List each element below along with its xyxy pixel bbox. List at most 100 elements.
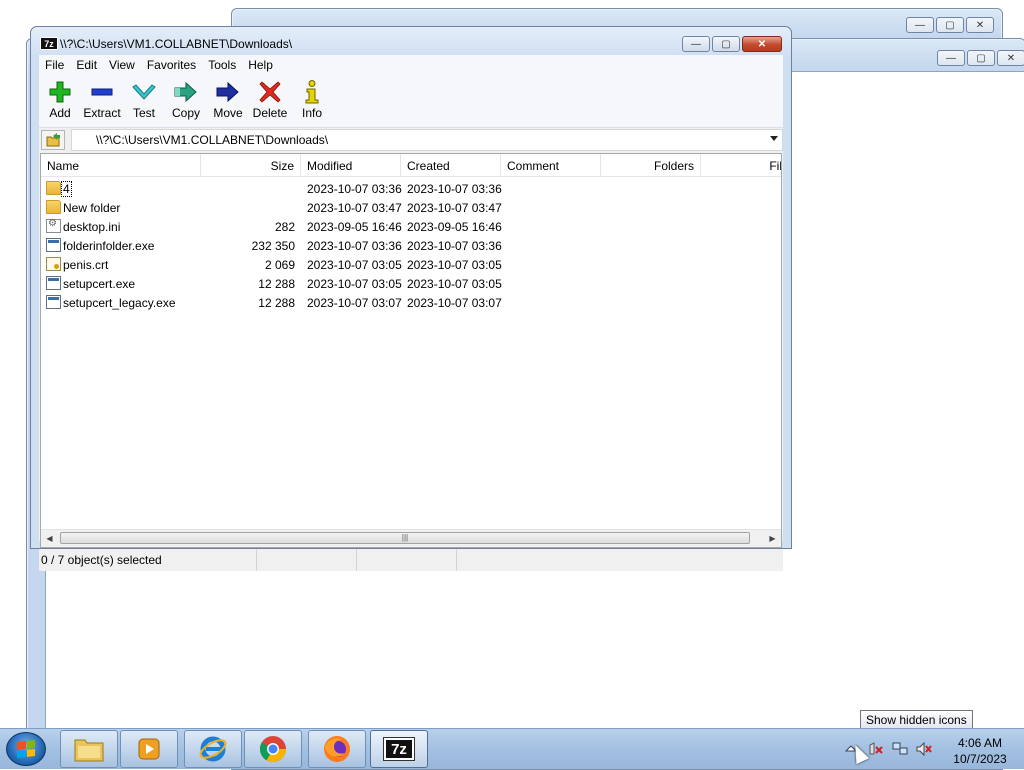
file-modified: 2023-09-05 16:46 xyxy=(307,220,402,234)
horizontal-scrollbar[interactable]: ◀ ||| ▶ xyxy=(41,529,781,547)
toolbar: Add Extract Test Copy Move Delete Info xyxy=(39,75,783,128)
show-hidden-icons-tooltip: Show hidden icons xyxy=(860,710,973,729)
chrome-icon xyxy=(259,736,287,763)
address-field[interactable]: \\?\C:\Users\VM1.COLLABNET\Downloads\ xyxy=(71,129,783,151)
taskbar-media-player-button[interactable] xyxy=(120,730,178,768)
move-button[interactable]: Move xyxy=(207,75,249,127)
chevron-down-icon[interactable] xyxy=(770,136,778,141)
delete-button-label: Delete xyxy=(252,106,288,120)
bg-back-close-button[interactable]: ✕ xyxy=(966,17,994,33)
menu-favorites[interactable]: Favorites xyxy=(141,55,202,75)
sevenzip-window[interactable]: 7z \\?\C:\Users\VM1.COLLABNET\Downloads\… xyxy=(30,26,792,571)
network-icon[interactable] xyxy=(892,742,908,756)
check-arrow-icon xyxy=(132,80,156,104)
column-header-folders[interactable]: Folders xyxy=(601,154,701,176)
file-created: 2023-10-07 03:36 xyxy=(407,239,502,253)
file-created: 2023-10-07 03:47 xyxy=(407,201,502,215)
table-row[interactable]: penis.crt 2 069 2023-10-07 03:05 2023-10… xyxy=(41,255,781,274)
internet-explorer-icon xyxy=(199,736,227,762)
window-client-area: File Edit View Favorites Tools Help Add … xyxy=(39,55,783,571)
test-button[interactable]: Test xyxy=(123,75,165,127)
bg-front-close-button[interactable]: ✕ xyxy=(997,50,1024,66)
clock[interactable]: 4:06 AM 10/7/2023 xyxy=(940,735,1020,767)
taskbar-firefox-button[interactable] xyxy=(308,730,366,768)
file-name: 4 xyxy=(61,181,72,197)
executable-icon xyxy=(46,276,61,290)
file-modified: 2023-10-07 03:07 xyxy=(307,296,402,310)
x-icon xyxy=(258,80,282,104)
menu-bar: File Edit View Favorites Tools Help xyxy=(39,55,783,75)
table-row[interactable]: folderinfolder.exe 232 350 2023-10-07 03… xyxy=(41,236,781,255)
table-row[interactable]: setupcert_legacy.exe 12 288 2023-10-07 0… xyxy=(41,293,781,312)
menu-file[interactable]: File xyxy=(39,55,70,75)
file-list[interactable]: Name Size Modified Created Comment Folde… xyxy=(40,153,782,548)
window-title: \\?\C:\Users\VM1.COLLABNET\Downloads\ xyxy=(60,37,293,51)
background-window-front-caption-buttons: — ▢ ✕ xyxy=(937,50,1024,66)
column-header-size[interactable]: Size xyxy=(201,154,301,176)
maximize-button[interactable]: ▢ xyxy=(712,36,740,52)
minimize-button[interactable]: — xyxy=(682,36,710,52)
file-name: desktop.ini xyxy=(63,220,121,234)
bg-back-maximize-button[interactable]: ▢ xyxy=(936,17,964,33)
close-button[interactable]: ✕ xyxy=(742,36,782,52)
folder-explorer-icon xyxy=(74,739,104,762)
taskbar-chrome-button[interactable] xyxy=(244,730,302,768)
menu-tools[interactable]: Tools xyxy=(202,55,242,75)
file-size: 12 288 xyxy=(258,296,295,310)
volume-muted-icon[interactable] xyxy=(916,741,932,757)
file-size: 12 288 xyxy=(258,277,295,291)
scrollbar-thumb[interactable]: ||| xyxy=(60,532,750,544)
sevenzip-app-icon[interactable]: 7z xyxy=(40,37,58,50)
file-created: 2023-10-07 03:36 xyxy=(407,182,502,196)
file-modified: 2023-10-07 03:47 xyxy=(307,201,402,215)
file-size: 282 xyxy=(274,220,295,234)
file-modified: 2023-10-07 03:36 xyxy=(307,239,402,253)
table-row[interactable]: desktop.ini 282 2023-09-05 16:46 2023-09… xyxy=(41,217,781,236)
up-folder-button[interactable] xyxy=(41,130,65,150)
taskbar-internet-explorer-button[interactable] xyxy=(184,730,242,768)
add-button[interactable]: Add xyxy=(39,75,81,127)
file-created: 2023-10-07 03:05 xyxy=(407,258,502,272)
double-arrow-icon xyxy=(174,80,198,104)
table-row[interactable]: setupcert.exe 12 288 2023-10-07 03:05 20… xyxy=(41,274,781,293)
delete-button[interactable]: Delete xyxy=(249,75,291,127)
menu-view[interactable]: View xyxy=(103,55,141,75)
column-header-created[interactable]: Created xyxy=(401,154,501,176)
column-header-comment[interactable]: Comment xyxy=(501,154,601,176)
settings-file-icon xyxy=(46,218,61,233)
column-header-name[interactable]: Name xyxy=(41,154,201,176)
test-button-label: Test xyxy=(132,106,155,120)
move-button-label: Move xyxy=(213,106,243,120)
info-button-label: Info xyxy=(301,106,322,120)
minus-icon xyxy=(90,80,114,104)
copy-button[interactable]: Copy xyxy=(165,75,207,127)
menu-help[interactable]: Help xyxy=(242,55,279,75)
bg-front-minimize-button[interactable]: — xyxy=(937,50,965,66)
arrow-right-icon xyxy=(216,80,240,104)
column-header-files[interactable]: Fil xyxy=(701,154,781,176)
executable-icon xyxy=(46,238,61,252)
file-size: 232 350 xyxy=(251,239,295,253)
action-center-icon[interactable] xyxy=(868,742,884,756)
menu-edit[interactable]: Edit xyxy=(70,55,103,75)
taskbar-7zip-button[interactable]: 7z xyxy=(370,730,428,768)
info-button[interactable]: Info xyxy=(291,75,333,127)
file-modified: 2023-10-07 03:05 xyxy=(307,277,402,291)
table-row[interactable]: 4 2023-10-07 03:36 2023-10-07 03:36 xyxy=(41,179,781,198)
file-name: folderinfolder.exe xyxy=(63,239,155,253)
scroll-right-icon[interactable]: ▶ xyxy=(764,530,781,547)
taskbar-explorer-button[interactable] xyxy=(60,730,118,768)
table-row[interactable]: New folder 2023-10-07 03:47 2023-10-07 0… xyxy=(41,198,781,217)
extract-button-label: Extract xyxy=(83,106,121,120)
start-button[interactable] xyxy=(6,732,46,766)
sevenzip-taskbar-icon: 7z xyxy=(383,737,415,761)
extract-button[interactable]: Extract xyxy=(81,75,123,127)
bg-front-maximize-button[interactable]: ▢ xyxy=(967,50,995,66)
clock-time: 4:06 AM xyxy=(957,736,1003,750)
column-header-modified[interactable]: Modified xyxy=(301,154,401,176)
file-name: penis.crt xyxy=(63,258,109,272)
title-bar[interactable]: 7z \\?\C:\Users\VM1.COLLABNET\Downloads\… xyxy=(31,27,791,57)
scroll-left-icon[interactable]: ◀ xyxy=(41,530,58,547)
file-created: 2023-10-07 03:05 xyxy=(407,277,502,291)
bg-back-minimize-button[interactable]: — xyxy=(906,17,934,33)
